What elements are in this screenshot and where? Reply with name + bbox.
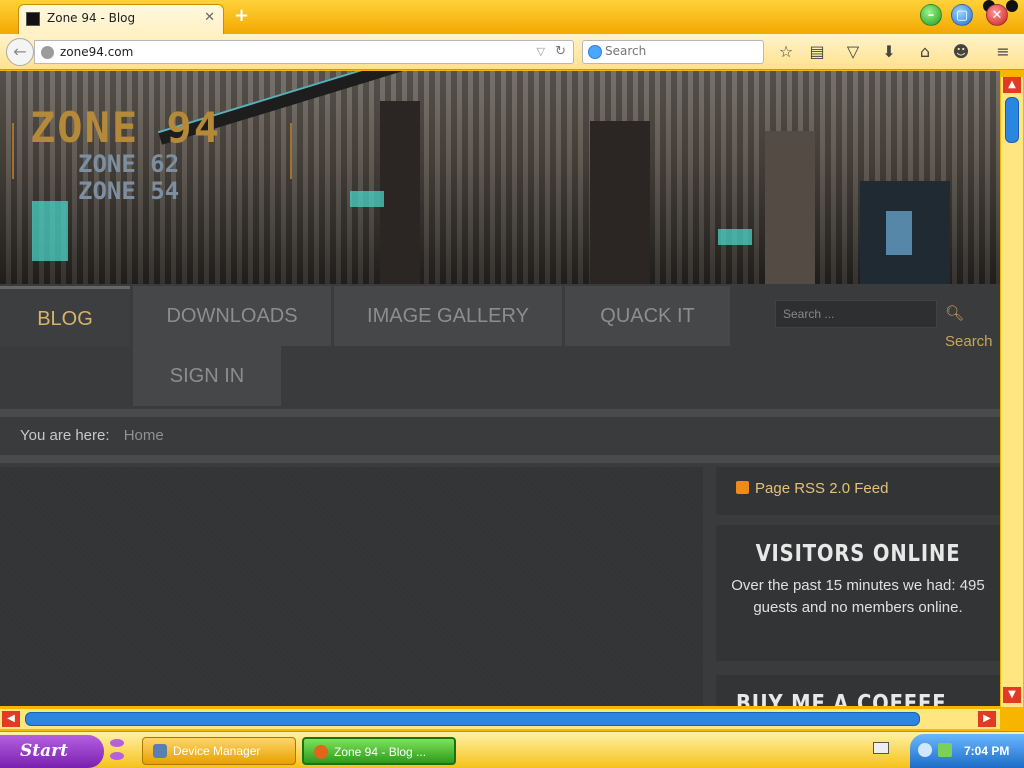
rss-icon [736, 481, 749, 494]
tab-title: Zone 94 - Blog [47, 11, 136, 25]
site-logo-sub1: ZONE 62 [78, 150, 180, 178]
site-logo-main[interactable]: ZONE 94 [30, 103, 221, 152]
page-viewport: ZONE 94 ZONE 62 ZONE 54 BLOG DOWNLOADS I… [0, 71, 1000, 706]
rss-module[interactable]: Page RSS 2.0 Feed [716, 467, 1000, 515]
taskbar: Start Device Manager Zone 94 - Blog ... … [0, 731, 1024, 768]
back-arrow-icon[interactable]: ← [6, 38, 34, 66]
header-banner: ZONE 94 ZONE 62 ZONE 54 [0, 71, 1000, 284]
reading-list-icon[interactable]: ▤ [807, 42, 827, 62]
system-tray: 7:04 PM [910, 734, 1024, 768]
close-tab-icon[interactable]: ✕ [204, 10, 215, 25]
site-favicon-icon [26, 12, 40, 26]
main-menu: BLOG DOWNLOADS IMAGE GALLERY QUACK IT SI… [0, 284, 1000, 409]
network-icon[interactable] [918, 743, 932, 757]
history-dropdown-icon[interactable]: ▽ [537, 45, 545, 58]
menu-divider [0, 409, 1000, 417]
scroll-right-icon[interactable]: ▶ [978, 711, 996, 727]
firefox-icon [314, 745, 328, 759]
site-search-button[interactable]: 🔍︎ Search [939, 300, 1000, 350]
search-engine-icon[interactable] [588, 45, 602, 59]
menu-item-downloads[interactable]: DOWNLOADS [133, 286, 331, 346]
main-content [0, 467, 703, 706]
volume-icon[interactable] [938, 743, 952, 757]
scroll-down-icon[interactable]: ▼ [1003, 687, 1021, 703]
menu-item-quack-it[interactable]: QUACK IT [565, 286, 730, 346]
banner-building [765, 131, 815, 284]
mouse-ear-right-icon [1006, 0, 1018, 12]
url-text[interactable]: zone94.com [60, 45, 133, 59]
clock[interactable]: 7:04 PM [964, 744, 1009, 758]
vertical-scroll-thumb[interactable] [1005, 97, 1019, 143]
taskbar-item-label: Device Manager [173, 744, 261, 758]
home-icon[interactable]: ⌂ [915, 42, 935, 62]
menu-item-image-gallery[interactable]: IMAGE GALLERY [334, 286, 562, 346]
browser-tab[interactable]: Zone 94 - Blog ✕ [18, 4, 224, 34]
browser-search-input[interactable] [605, 44, 755, 58]
banner-screen [32, 201, 68, 261]
site-search-input[interactable]: Search ... [775, 300, 937, 328]
taskbar-item-label: Zone 94 - Blog ... [334, 745, 427, 759]
taskbar-item-device-manager[interactable]: Device Manager [142, 737, 296, 765]
banner-screen [886, 211, 912, 255]
breadcrumb-divider [0, 455, 1000, 463]
maximize-window-button[interactable]: ▢ [951, 4, 973, 26]
taskbar-item-browser[interactable]: Zone 94 - Blog ... [302, 737, 456, 765]
visitors-text: Over the past 15 minutes we had: 495 gue… [731, 577, 985, 616]
horizontal-scrollbar[interactable]: ◀ ▶ [0, 709, 1000, 729]
coffee-module: BUY ME A COFFEE [716, 675, 1000, 706]
breadcrumb-home[interactable]: Home [124, 427, 164, 444]
menu-item-blog[interactable]: BLOG [0, 286, 130, 346]
globe-icon [41, 46, 54, 59]
computer-icon [153, 744, 167, 758]
browser-search-box[interactable] [582, 40, 764, 64]
pocket-icon[interactable]: ▽ [843, 42, 863, 62]
horizontal-scroll-thumb[interactable] [25, 712, 920, 726]
address-bar[interactable]: zone94.com ▽ ↻ [34, 40, 574, 64]
site-logo-sub2: ZONE 54 [78, 177, 180, 205]
banner-screen [718, 229, 752, 245]
scroll-left-icon[interactable]: ◀ [2, 711, 20, 727]
reload-icon[interactable]: ↻ [555, 44, 566, 59]
hamburger-menu-icon[interactable]: ≡ [993, 42, 1013, 62]
new-tab-icon[interactable]: + [234, 5, 249, 26]
magnifier-icon: 🔍︎ [945, 305, 965, 322]
tab-strip: Zone 94 - Blog ✕ + – ▢ ✕ [0, 0, 1024, 34]
visitors-title: VISITORS ONLINE [755, 541, 961, 567]
start-button[interactable]: Start [0, 735, 104, 768]
bookmark-star-icon[interactable]: ☆ [776, 42, 796, 62]
scroll-up-icon[interactable]: ▲ [1003, 77, 1021, 93]
close-window-button[interactable]: ✕ [986, 4, 1008, 26]
browser-navbar: ← zone94.com ▽ ↻ ☆ ▤ ▽ ⬇ ⌂ ☻ ≡ [0, 34, 1024, 70]
rss-link[interactable]: Page RSS 2.0 Feed [755, 480, 888, 497]
banner-screen [350, 191, 384, 207]
chat-icon[interactable]: ☻ [951, 42, 971, 62]
breadcrumb: You are here: Home [0, 417, 1000, 455]
quick-launch-icon[interactable] [108, 737, 126, 763]
coffee-title: BUY ME A COFFEE [736, 691, 947, 706]
banner-building [380, 101, 420, 284]
vertical-scrollbar[interactable]: ▲ ▼ [1001, 77, 1023, 707]
site-search-button-label: Search [945, 333, 993, 350]
menu-item-sign-in[interactable]: SIGN IN [133, 346, 281, 406]
banner-building [590, 121, 650, 284]
visitors-module: VISITORS ONLINE Over the past 15 minutes… [716, 525, 1000, 661]
breadcrumb-label: You are here: [20, 427, 110, 444]
keyboard-icon[interactable] [873, 742, 889, 754]
download-icon[interactable]: ⬇ [879, 42, 899, 62]
sidebar: Page RSS 2.0 Feed VISITORS ONLINE Over t… [716, 467, 1000, 706]
minimize-window-button[interactable]: – [920, 4, 942, 26]
